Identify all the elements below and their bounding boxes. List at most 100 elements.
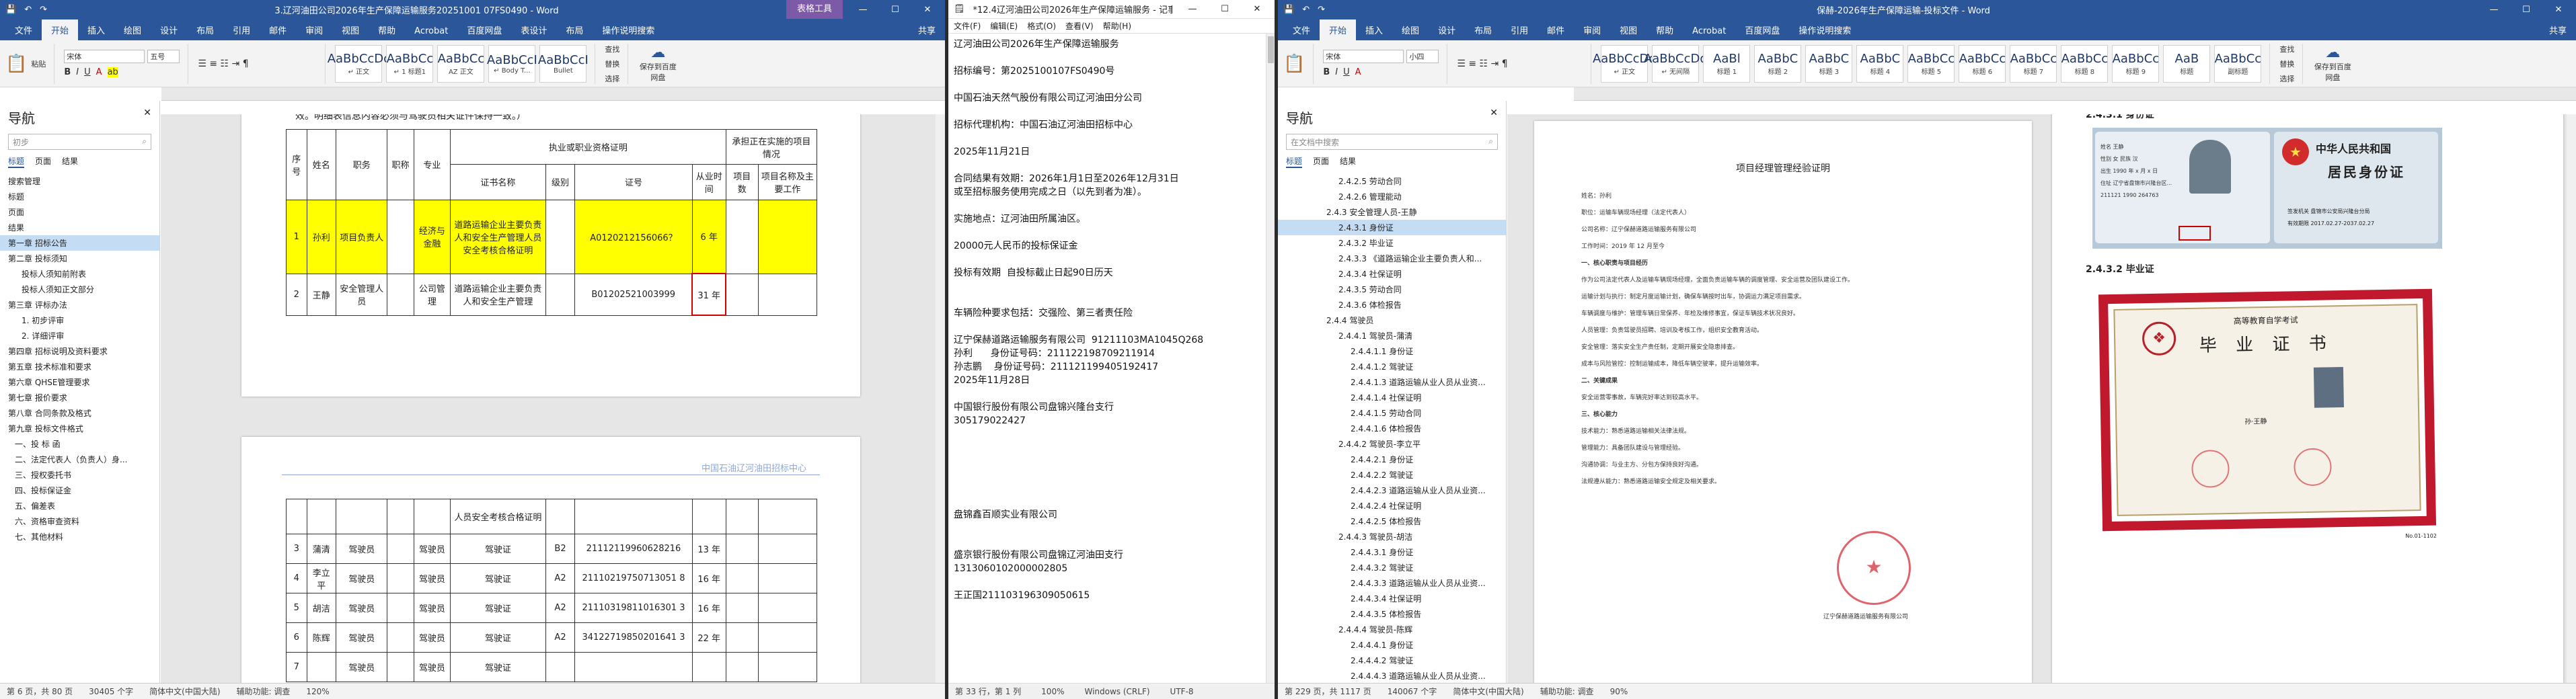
maximize-button[interactable]: ☐	[1213, 4, 1237, 14]
ribbon-tab[interactable]: 邮件	[1538, 19, 1574, 40]
nav-heading-item[interactable]: 2.4.4.3.3 道路运输从业人员从业资...	[1278, 575, 1506, 591]
bold-button[interactable]: B	[64, 67, 71, 77]
cell[interactable]	[545, 652, 576, 682]
style-gallery-item[interactable]: AaBbCc 标题 7	[2010, 44, 2057, 83]
cell[interactable]: 驾驶员	[413, 593, 451, 623]
redo-icon[interactable]: ↷	[40, 5, 47, 15]
ribbon-tab[interactable]: 邮件	[260, 19, 296, 40]
text-editor[interactable]: 辽河油田公司2026年生产保障运输服务 招标编号：第2025100107FS049…	[948, 34, 1266, 683]
cell[interactable]	[574, 652, 693, 682]
ribbon-tab[interactable]: 百度网盘	[1735, 19, 1789, 40]
nav-heading-item[interactable]: 一、投 标 函	[0, 436, 159, 452]
cell[interactable]: 4	[286, 563, 307, 593]
ribbon-tab[interactable]: 审阅	[1574, 19, 1610, 40]
font-color-icon[interactable]: A	[1355, 67, 1361, 77]
style-gallery-item[interactable]: AaBbCc 标题 9	[2112, 44, 2160, 83]
cell[interactable]: A0120212156066？	[574, 199, 693, 274]
save-icon[interactable]: 💾	[1283, 5, 1294, 15]
style-gallery-item[interactable]: AaBbCcI Bullet	[538, 44, 589, 83]
cell[interactable]: 7	[286, 652, 307, 682]
ribbon-tab[interactable]: 文件	[1283, 19, 1320, 40]
cell[interactable]: 陈辉	[306, 622, 337, 653]
cell[interactable]	[387, 652, 414, 682]
nav-heading-item[interactable]: 投标人须知正文部分	[0, 282, 159, 297]
nav-heading-item[interactable]: 投标人须知前附表	[0, 266, 159, 282]
nav-heading-item[interactable]: 2.4.2.5 劳动合同	[1278, 173, 1506, 189]
menu-item[interactable]: 文件(F)	[954, 20, 981, 32]
ribbon-tab[interactable]: 引用	[1501, 19, 1538, 40]
nav-heading-item[interactable]: 2.4.3.4 社保证明	[1278, 266, 1506, 282]
style-gallery-item[interactable]: AaBl 标题 1	[1703, 44, 1751, 83]
nav-heading-item[interactable]: 2.4.4.1.1 身份证	[1278, 343, 1506, 359]
ribbon-tab[interactable]: 帮助	[369, 19, 405, 40]
menu-item[interactable]: 帮助(H)	[1103, 20, 1131, 32]
undo-icon[interactable]: ↶	[1302, 5, 1310, 15]
cell[interactable]: 驾驶证	[450, 563, 546, 593]
nav-heading-item[interactable]: 2.4.3.5 劳动合同	[1278, 282, 1506, 297]
highlight-icon[interactable]: ab	[107, 67, 118, 77]
cell[interactable]	[691, 652, 726, 682]
nav-tab[interactable]: 结果	[1340, 155, 1356, 168]
ribbon-tab[interactable]: 布局	[556, 19, 593, 40]
cell[interactable]: 21110319811016301 3	[574, 593, 693, 623]
nav-search-input[interactable]: 初步 ⌕	[8, 134, 151, 150]
nav-heading-item[interactable]: 五、偏差表	[0, 498, 159, 513]
nav-search-input[interactable]: 在文档中搜索 ⌕	[1286, 134, 1498, 150]
italic-button[interactable]: I	[1335, 67, 1338, 77]
style-gallery-item[interactable]: AaBbCc 标题 6	[1959, 44, 2006, 83]
minimize-button[interactable]: —	[1180, 4, 1205, 14]
cell[interactable]: B01202521003999	[574, 273, 693, 316]
cell[interactable]: 驾驶员	[413, 622, 451, 653]
nav-heading-item[interactable]: 搜索管理	[0, 173, 159, 189]
cell[interactable]	[757, 593, 818, 623]
nav-heading-item[interactable]: 四、投标保证金	[0, 483, 159, 498]
ribbon-tab[interactable]: 绘图	[1392, 19, 1429, 40]
cell[interactable]: 孙利	[306, 199, 337, 274]
style-gallery-item[interactable]: AaBbCcDd ↵ 正文	[1593, 44, 1657, 83]
cell[interactable]: 王静	[306, 273, 337, 316]
cell[interactable]	[387, 199, 414, 274]
ribbon-tab[interactable]: 视图	[332, 19, 369, 40]
select-button[interactable]: 选择	[605, 73, 619, 84]
close-button[interactable]: ✕	[915, 5, 940, 15]
nav-tab[interactable]: 标题	[1286, 155, 1303, 168]
cell[interactable]	[387, 593, 414, 623]
cell[interactable]: 驾驶员	[413, 652, 451, 682]
cell[interactable]: 驾驶员	[336, 622, 388, 653]
nav-heading-item[interactable]: 页面	[0, 204, 159, 220]
cell[interactable]: 21112119960628216	[574, 534, 693, 564]
cell[interactable]	[387, 534, 414, 564]
nav-heading-item[interactable]: 第一章 招标公告	[0, 235, 159, 251]
vertical-scrollbar[interactable]	[936, 114, 945, 683]
nav-heading-item[interactable]: 2.4.3.1 身份证	[1278, 220, 1506, 235]
status-item[interactable]: 90%	[1610, 687, 1628, 696]
ribbon-tab[interactable]: 插入	[1356, 19, 1392, 40]
style-gallery-item[interactable]: AaBbC 标题 4	[1856, 44, 1904, 83]
underline-button[interactable]: U	[1343, 67, 1350, 77]
cell[interactable]: 16 年	[691, 593, 726, 623]
nav-heading-item[interactable]: 七、其他材料	[0, 529, 159, 544]
nav-heading-item[interactable]: 2.4.4.2.1 身份证	[1278, 452, 1506, 467]
nav-heading-item[interactable]: 第三章 评标办法	[0, 297, 159, 313]
menu-item[interactable]: 编辑(E)	[990, 20, 1018, 32]
nav-heading-item[interactable]: 第六章 QHSE管理要求	[0, 374, 159, 390]
cell[interactable]	[757, 652, 818, 682]
nav-heading-item[interactable]: 2.4.3.2 毕业证	[1278, 235, 1506, 251]
cell[interactable]: 驾驶员	[336, 534, 388, 564]
font-size-select[interactable]: 五号	[147, 50, 180, 63]
cell[interactable]: 道路运输企业主要负责人和安全生产管理人员安全考核合格证明	[450, 199, 546, 274]
cell[interactable]	[725, 273, 759, 316]
ribbon-tab[interactable]: 绘图	[114, 19, 151, 40]
style-gallery-item[interactable]: AaBbCc ↵ 1 标题1	[386, 44, 434, 83]
nav-heading-item[interactable]: 第四章 招标说明及资料要求	[0, 343, 159, 359]
ribbon-tab[interactable]: 操作说明搜索	[1789, 19, 1860, 40]
font-size-select[interactable]: 小四	[1406, 50, 1439, 63]
select-button[interactable]: 选择	[2279, 73, 2294, 84]
align-icons[interactable]: ☰ ≡ ☷ ⇥ ¶	[198, 58, 248, 69]
nav-heading-item[interactable]: 2.4.3.6 体检报告	[1278, 297, 1506, 313]
search-icon[interactable]: ⌕	[1488, 136, 1493, 147]
status-item[interactable]: 120%	[306, 687, 329, 696]
cell[interactable]: 3	[286, 534, 307, 564]
nav-heading-item[interactable]: 2.4.4.2.4 社保证明	[1278, 498, 1506, 513]
cell[interactable]: 蒲清	[306, 534, 337, 564]
